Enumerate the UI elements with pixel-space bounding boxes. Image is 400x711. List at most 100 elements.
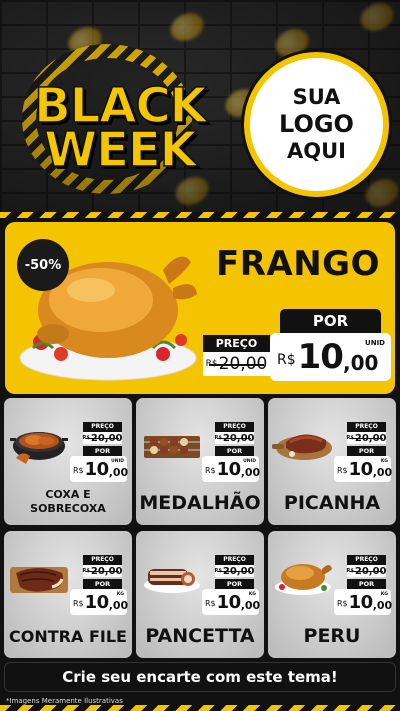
new-price-label: POR <box>347 446 386 456</box>
product-name: PICANHA <box>283 492 381 514</box>
old-price: R$ 20,00 <box>347 565 387 577</box>
pancetta-image <box>144 569 200 593</box>
hazard-stripe-bottom <box>0 705 400 711</box>
new-price: R$ 10 ,00 UNID <box>202 456 261 482</box>
skewers-image <box>142 436 200 458</box>
price-currency: R$ <box>205 599 216 608</box>
product-card-medalhao[interactable]: PREÇO R$ 20,00 POR R$ 10 ,00 UNID MEDALH… <box>136 398 264 525</box>
new-price: R$ 10 ,00 KG <box>202 589 261 615</box>
steak-image <box>10 567 68 593</box>
new-price-label: POR <box>83 579 122 589</box>
price-integer: 10 <box>216 458 242 480</box>
product-name: CONTRA FILE <box>9 627 127 646</box>
old-price-label: PREÇO <box>347 555 386 565</box>
product-name-line-1: COXA E <box>45 488 91 501</box>
featured-product-name: FRANGO <box>216 244 380 284</box>
price-unit: KG <box>380 592 388 597</box>
roast-turkey-image <box>275 564 332 595</box>
price-currency: R$ <box>337 599 348 608</box>
price-currency: R$ <box>337 466 348 475</box>
logo-line-3: AQUI <box>287 139 346 163</box>
price-unit: KG <box>248 592 256 597</box>
price-decimal: ,00 <box>240 598 261 612</box>
price-unit: KG <box>380 459 388 464</box>
strikethrough-line <box>218 438 251 439</box>
price-decimal: ,00 <box>108 598 129 612</box>
product-card-peru[interactable]: PREÇO R$ 20,00 POR R$ 10 ,00 KG PERU <box>268 531 396 658</box>
product-grid: PREÇO R$ 20,00 POR R$ 10 ,00 UNID COXA E… <box>4 398 396 660</box>
coin-decoration <box>64 22 106 60</box>
strikethrough-line <box>350 571 383 572</box>
product-name: MEDALHÃO <box>139 492 261 514</box>
old-price: R$ 20,00 <box>83 432 123 444</box>
price-unit: UNID <box>111 459 124 464</box>
price-integer: 10 <box>84 458 110 480</box>
price-unit: UNID <box>365 339 385 347</box>
cta-button[interactable]: Crie seu encarte com este tema! <box>4 662 396 692</box>
product-name: COXA E SOBRECOXA <box>4 488 132 516</box>
product-card-pancetta[interactable]: PREÇO R$ 20,00 POR R$ 10 ,00 KG PANCETTA <box>136 531 264 658</box>
product-name: PANCETTA <box>145 625 255 647</box>
price-unit: KG <box>116 592 124 597</box>
new-price-label: POR <box>215 446 254 456</box>
old-price-label: PREÇO <box>203 335 270 352</box>
steak-board-image <box>272 434 332 460</box>
strikethrough-line <box>86 438 119 439</box>
strikethrough-line <box>350 438 383 439</box>
price-currency: R$ <box>205 466 216 475</box>
disclaimer-text: *Imagens Meramente Ilustrativas <box>6 697 123 705</box>
strikethrough-line <box>86 571 119 572</box>
product-name: PERU <box>303 625 361 647</box>
new-price-label: POR <box>83 446 122 456</box>
old-price: R$ 20,00 <box>215 565 255 577</box>
strikethrough-line <box>218 571 251 572</box>
price-integer: 10 <box>348 591 374 613</box>
product-name-line-2: SOBRECOXA <box>30 502 106 515</box>
new-price-label: POR <box>347 579 386 589</box>
featured-product-card[interactable]: -50% FRANGO POR PREÇO R$ 20,00 R$ 10 ,00… <box>5 222 395 394</box>
new-price: R$ 10 ,00 KG <box>334 456 393 482</box>
price-currency: R$ <box>73 599 84 608</box>
coin-decoration <box>166 8 208 46</box>
new-price-label: POR <box>280 309 381 333</box>
old-price: R$ 20,00 <box>215 432 255 444</box>
price-decimal: ,00 <box>372 465 393 479</box>
product-card-contra-file[interactable]: PREÇO R$ 20,00 POR R$ 10 ,00 KG CONTRA F… <box>4 531 132 658</box>
old-price: R$ 20,00 <box>203 352 270 376</box>
logo-line-1: SUA <box>292 85 341 109</box>
product-card-coxa-sobrecoxa[interactable]: PREÇO R$ 20,00 POR R$ 10 ,00 UNID COXA E… <box>4 398 132 525</box>
new-price: R$ 10 ,00 KG <box>334 589 393 615</box>
price-unit: UNID <box>243 459 256 464</box>
price-integer: 10 <box>84 591 110 613</box>
logo-placeholder: SUA LOGO AQUI <box>244 52 389 197</box>
price-integer: 10 <box>216 591 242 613</box>
chicken-pot-image <box>10 432 68 464</box>
product-card-picanha[interactable]: PREÇO R$ 20,00 POR R$ 10 ,00 KG PICANHA <box>268 398 396 525</box>
discount-badge: -50% <box>17 239 69 291</box>
price-currency: R$ <box>277 352 296 368</box>
title-week: WEEK <box>43 122 197 178</box>
old-price: R$ 20,00 <box>83 565 123 577</box>
price-decimal: ,00 <box>240 465 261 479</box>
header-banner: BLACK WEEK SUA LOGO AQUI <box>0 0 400 214</box>
new-price: R$ 10 ,00 UNID <box>70 456 129 482</box>
price-currency: R$ <box>73 466 84 475</box>
strikethrough-line <box>209 364 264 366</box>
hazard-stripe-top <box>0 212 400 218</box>
price-decimal: ,00 <box>372 598 393 612</box>
new-price: R$ 10 ,00 UNID <box>270 333 391 381</box>
price-integer: 10 <box>348 458 374 480</box>
old-price-label: PREÇO <box>215 555 254 565</box>
new-price: R$ 10 ,00 KG <box>70 589 129 615</box>
old-price-label: PREÇO <box>83 422 122 432</box>
coin-decoration <box>356 0 398 36</box>
coin-decoration <box>361 174 400 212</box>
logo-line-2: LOGO <box>279 110 354 138</box>
old-price: R$ 20,00 <box>347 432 387 444</box>
price-integer: 10 <box>297 337 344 377</box>
old-price-label: PREÇO <box>83 555 122 565</box>
price-decimal: ,00 <box>108 465 129 479</box>
old-price-label: PREÇO <box>347 422 386 432</box>
old-price-label: PREÇO <box>215 422 254 432</box>
new-price-label: POR <box>215 579 254 589</box>
